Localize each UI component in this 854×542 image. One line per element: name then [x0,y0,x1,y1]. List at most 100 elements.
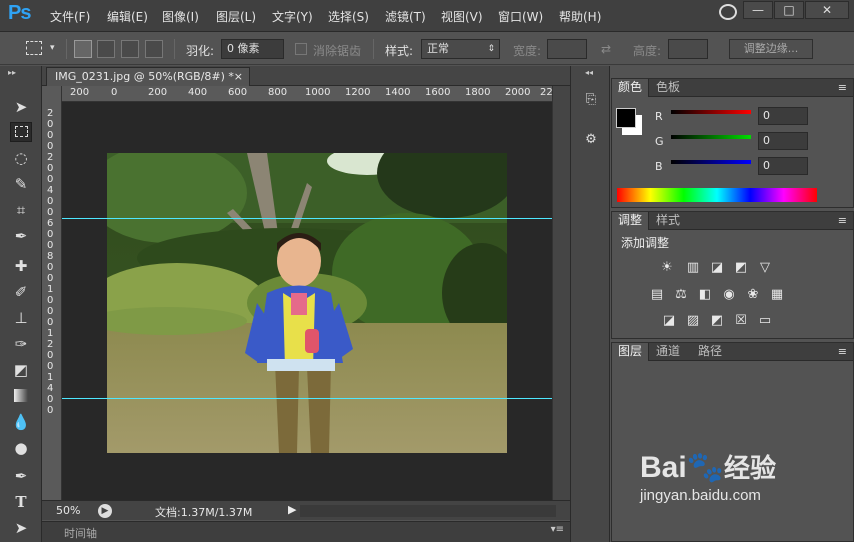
menu-filter[interactable]: 滤镜(T) [385,8,426,25]
timeline-panel[interactable]: 时间轴 ▾≡ [42,521,570,542]
tab-layers[interactable]: 图层 [612,343,650,361]
ruler-tick: 22 [540,87,552,98]
channel-mixer-icon[interactable]: ❀ [744,287,762,303]
history-brush-tool-icon[interactable]: ✑ [10,334,32,354]
threshold-icon[interactable]: ◩ [708,313,726,329]
zoom-level[interactable]: 50% [56,504,80,517]
watermark-brand2: 经验 [724,453,777,483]
brightness-icon[interactable]: ☀ [658,260,676,276]
red-value-input[interactable]: 0 [758,107,808,125]
tab-swatches[interactable]: 色板 [650,79,686,97]
ruler-tick: 0 [47,262,54,273]
menu-window[interactable]: 窗口(W) [498,8,543,25]
status-icon[interactable]: ▶ [98,504,112,518]
stamp-tool-icon[interactable]: ⊥ [10,308,32,328]
style-select[interactable]: 正常 ⇕ [421,39,500,59]
document-tab[interactable]: IMG_0231.jpg @ 50%(RGB/8#) * × [46,67,250,86]
levels-icon[interactable]: ▥ [684,260,702,276]
new-selection-icon[interactable] [74,40,92,58]
vertical-ruler[interactable]: 2000200400600800100012001400 [42,86,62,500]
curves-icon[interactable]: ◪ [708,260,726,276]
camera-raw-icon[interactable] [719,4,737,20]
panel-menu-icon[interactable]: ≡ [838,214,847,227]
horizontal-guide[interactable] [62,398,552,399]
color-balance-icon[interactable]: ⚖ [672,287,690,303]
quick-select-tool-icon[interactable]: ✎ [10,174,32,194]
tab-adjustments[interactable]: 调整 [612,212,650,230]
maximize-button[interactable]: □ [774,1,804,19]
menu-help[interactable]: 帮助(H) [559,8,601,25]
refine-edge-button[interactable]: 调整边缘... [729,39,813,59]
brush-tool-icon[interactable]: ✐ [10,282,32,302]
height-input[interactable] [668,39,708,59]
panel-menu-icon[interactable]: ▾≡ [551,524,564,535]
blue-value-input[interactable]: 0 [758,157,808,175]
black-white-icon[interactable]: ◧ [696,287,714,303]
eraser-tool-icon[interactable]: ◩ [10,360,32,380]
collapse-icon[interactable]: ▸▸ [8,68,16,77]
foreground-color-swatch[interactable] [616,108,636,128]
status-menu-icon[interactable]: ▶ [288,503,296,516]
history-panel-icon[interactable]: ⎘ [581,92,601,110]
color-lookup-icon[interactable]: ▦ [768,287,786,303]
horizontal-guide[interactable] [62,218,552,219]
menu-edit[interactable]: 编辑(E) [107,8,148,25]
color-spectrum[interactable] [617,188,817,202]
ruler-tick: 0 [47,295,54,306]
green-slider[interactable] [671,135,751,139]
chevron-down-icon[interactable]: ▾ [50,43,55,53]
posterize-icon[interactable]: ▨ [684,313,702,329]
horizontal-scrollbar[interactable] [300,505,556,517]
swap-icon[interactable]: ⇄ [601,42,611,56]
close-tab-icon[interactable]: × [234,68,243,86]
healing-tool-icon[interactable]: ✚ [10,256,32,276]
menu-layer[interactable]: 图层(L) [216,8,256,25]
exposure-icon[interactable]: ◩ [732,260,750,276]
subtract-selection-icon[interactable] [121,40,139,58]
vertical-scrollbar[interactable] [552,86,570,500]
blue-slider[interactable] [671,160,751,164]
gradient-tool-icon[interactable] [10,386,32,406]
document-image[interactable] [107,153,507,453]
pen-tool-icon[interactable]: ✒ [10,466,32,486]
properties-panel-icon[interactable]: ⚙ [581,132,601,150]
selective-color-icon[interactable]: ☒ [732,313,750,329]
panel-menu-icon[interactable]: ≡ [838,81,847,94]
vibrance-icon[interactable]: ▽ [756,260,774,276]
width-input[interactable] [547,39,587,59]
blur-tool-icon[interactable]: 💧 [10,412,32,432]
tab-styles[interactable]: 样式 [650,212,686,230]
menu-select[interactable]: 选择(S) [328,8,369,25]
horizontal-ruler[interactable]: 200 0 200 400 600 800 1000 1200 1400 160… [62,86,552,102]
menu-view[interactable]: 视图(V) [441,8,483,25]
add-selection-icon[interactable] [97,40,115,58]
panel-menu-icon[interactable]: ≡ [838,345,847,358]
close-button[interactable]: ✕ [805,1,849,19]
tab-paths[interactable]: 路径 [692,343,728,361]
menu-type[interactable]: 文字(Y) [272,8,313,25]
marquee-tool-icon[interactable] [10,122,32,142]
dodge-tool-icon[interactable]: ● [10,438,32,458]
photo-filter-icon[interactable]: ◉ [720,287,738,303]
red-slider[interactable] [671,110,751,114]
path-select-tool-icon[interactable]: ➤ [10,518,32,538]
menu-image[interactable]: 图像(I) [162,8,199,25]
tab-channels[interactable]: 通道 [650,343,686,361]
hue-saturation-icon[interactable]: ▤ [648,287,666,303]
marquee-preset-icon[interactable] [26,41,42,55]
minimize-button[interactable]: — [743,1,773,19]
intersect-selection-icon[interactable] [145,40,163,58]
antialias-checkbox[interactable] [295,43,307,55]
tab-color[interactable]: 颜色 [612,79,650,97]
eyedropper-tool-icon[interactable]: ✒ [10,226,32,246]
green-value-input[interactable]: 0 [758,132,808,150]
menu-file[interactable]: 文件(F) [50,8,90,25]
lasso-tool-icon[interactable]: ◌ [10,148,32,168]
collapse-icon[interactable]: ◂◂ [585,68,593,77]
gradient-map-icon[interactable]: ▭ [756,313,774,329]
crop-tool-icon[interactable]: ⌗ [10,200,32,220]
type-tool-icon[interactable]: T [10,492,32,512]
move-tool-icon[interactable]: ➤ [10,97,32,117]
invert-icon[interactable]: ◪ [660,313,678,329]
feather-input[interactable]: 0 像素 [221,39,284,59]
